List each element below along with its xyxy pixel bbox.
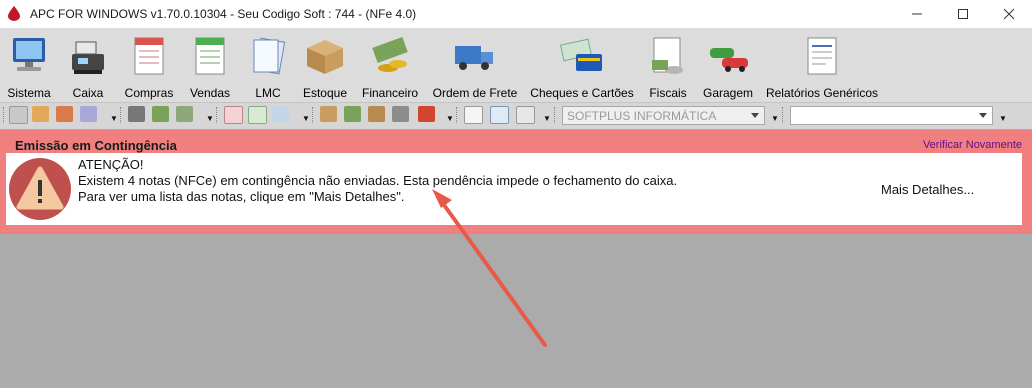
toolbar-cheques-e-cartoes[interactable]: Cheques e Cartões — [530, 30, 634, 100]
message-line: Existem 4 notas (NFCe) em contingência n… — [78, 173, 678, 188]
toolbar-sistema[interactable]: Sistema — [6, 30, 52, 100]
message-heading: ATENÇÃO! — [78, 157, 144, 172]
message-text: ATENÇÃO! Existem 4 notas (NFCe) em conti… — [78, 157, 677, 205]
chevron-down-icon — [751, 113, 759, 118]
toolbar-label: LMC — [255, 86, 281, 100]
close-icon — [1003, 8, 1015, 20]
sales-sheet-icon[interactable] — [248, 106, 267, 124]
toolbar-label: Vendas — [189, 86, 231, 100]
toolbar-fiscais[interactable]: Fiscais — [646, 30, 690, 100]
toolbar-lmc[interactable]: LMC — [246, 30, 290, 100]
user-icon[interactable] — [32, 106, 49, 122]
toolbar-label: Relatórios Genéricos — [765, 86, 879, 100]
documents-icon — [253, 37, 286, 75]
fiscal-icon — [652, 37, 683, 74]
money-icon[interactable] — [344, 106, 361, 122]
toolbar-garagem[interactable]: Garagem — [702, 30, 754, 100]
toolbar-label: Compras — [124, 86, 174, 100]
toolbar-grip[interactable] — [3, 107, 7, 123]
chevron-down-icon[interactable]: ▼ — [206, 115, 214, 123]
toolbar-grip[interactable] — [456, 107, 460, 123]
message-line: Para ver uma lista das notas, clique em … — [78, 189, 405, 204]
verify-again-link[interactable]: Verificar Novamente — [923, 139, 1022, 151]
toolbar-grip[interactable] — [216, 107, 220, 123]
company-select-value: SOFTPLUS INFORMÁTICA — [567, 109, 717, 123]
maximize-icon — [958, 9, 968, 19]
purchase-form-icon — [134, 37, 164, 75]
box-icon[interactable] — [320, 106, 337, 122]
close-button[interactable] — [986, 0, 1032, 28]
cheque-card-icon — [560, 38, 602, 71]
toolbar-caixa[interactable]: Caixa — [68, 30, 108, 100]
document-icon[interactable] — [516, 106, 535, 124]
sales-sheet-icon — [195, 37, 225, 75]
money-icon[interactable] — [152, 106, 169, 122]
box-icon — [307, 40, 343, 74]
panel-title: Emissão em Contingência — [15, 138, 177, 153]
minimize-button[interactable] — [894, 0, 940, 28]
money-icon — [372, 37, 408, 72]
title-bar: APC FOR WINDOWS v1.70.0.10304 - Seu Codi… — [0, 0, 1032, 28]
user-settings-icon[interactable] — [80, 106, 97, 122]
warning-icon — [9, 158, 71, 220]
cash-register-icon[interactable] — [128, 106, 145, 122]
toolbar-grip[interactable] — [312, 107, 316, 123]
user-icon[interactable] — [272, 106, 289, 122]
money-icon[interactable] — [176, 106, 193, 122]
document-icon[interactable] — [490, 106, 509, 124]
toolbar-label: Cheques e Cartões — [530, 86, 634, 100]
computer-icon — [13, 38, 45, 71]
chevron-down-icon[interactable]: ▼ — [110, 115, 118, 123]
chevron-down-icon[interactable]: ▼ — [771, 115, 779, 123]
contingency-panel: Emissão em Contingência Verificar Novame… — [0, 130, 1032, 234]
more-details-button[interactable]: Mais Detalhes... — [881, 182, 974, 197]
toolbar-grip[interactable] — [554, 107, 558, 123]
maximize-button[interactable] — [940, 0, 986, 28]
report-icon — [807, 37, 837, 75]
purchase-form-icon[interactable] — [224, 106, 243, 124]
toolbar-label: Ordem de Frete — [432, 86, 518, 100]
chevron-down-icon[interactable]: ▼ — [999, 115, 1007, 123]
toolbar-label: Sistema — [7, 86, 51, 100]
cars-icon — [710, 48, 748, 72]
chevron-down-icon[interactable]: ▼ — [446, 115, 454, 123]
toolbar-label: Fiscais — [649, 86, 687, 100]
truck-icon — [455, 46, 493, 70]
toolbar-ordem-de-frete[interactable]: Ordem de Frete — [432, 30, 518, 100]
printer-icon[interactable] — [392, 106, 409, 122]
toolbar-label: Estoque — [302, 86, 348, 100]
toolbar-grip[interactable] — [782, 107, 786, 123]
toolbar-vendas[interactable]: Vendas — [188, 30, 232, 100]
message-box: ATENÇÃO! Existem 4 notas (NFCe) em conti… — [6, 153, 1022, 225]
app-drop-icon — [8, 6, 20, 21]
quick-toolbar: ▼ ▼ ▼ ▼ ▼ SOFTPLUS INFORMÁTICA ▼ ▼ — [0, 102, 1032, 129]
user-icon[interactable] — [56, 106, 73, 122]
cash-register-icon — [72, 41, 104, 74]
toolbar-grip[interactable] — [120, 107, 124, 123]
toolbar-financeiro[interactable]: Financeiro — [362, 30, 418, 100]
fuel-pump-icon[interactable] — [418, 106, 435, 122]
main-toolbar: Sistema Caixa Compras Vendas LMC Estoque… — [0, 28, 1032, 102]
search-select[interactable] — [790, 106, 993, 125]
chevron-down-icon — [979, 113, 987, 118]
toolbar-estoque[interactable]: Estoque — [302, 30, 348, 100]
document-icon[interactable] — [464, 106, 483, 124]
box-icon[interactable] — [368, 106, 385, 122]
window-icon[interactable] — [9, 106, 28, 124]
company-select[interactable]: SOFTPLUS INFORMÁTICA — [562, 106, 765, 125]
chevron-down-icon[interactable]: ▼ — [302, 115, 310, 123]
toolbar-compras[interactable]: Compras — [124, 30, 174, 100]
toolbar-label: Caixa — [72, 86, 104, 100]
toolbar-label: Garagem — [702, 86, 754, 100]
chevron-down-icon[interactable]: ▼ — [543, 115, 551, 123]
minimize-icon — [912, 13, 922, 15]
window-title: APC FOR WINDOWS v1.70.0.10304 - Seu Codi… — [30, 7, 417, 21]
toolbar-relatorios-genericos[interactable]: Relatórios Genéricos — [766, 30, 878, 100]
toolbar-label: Financeiro — [361, 86, 419, 100]
